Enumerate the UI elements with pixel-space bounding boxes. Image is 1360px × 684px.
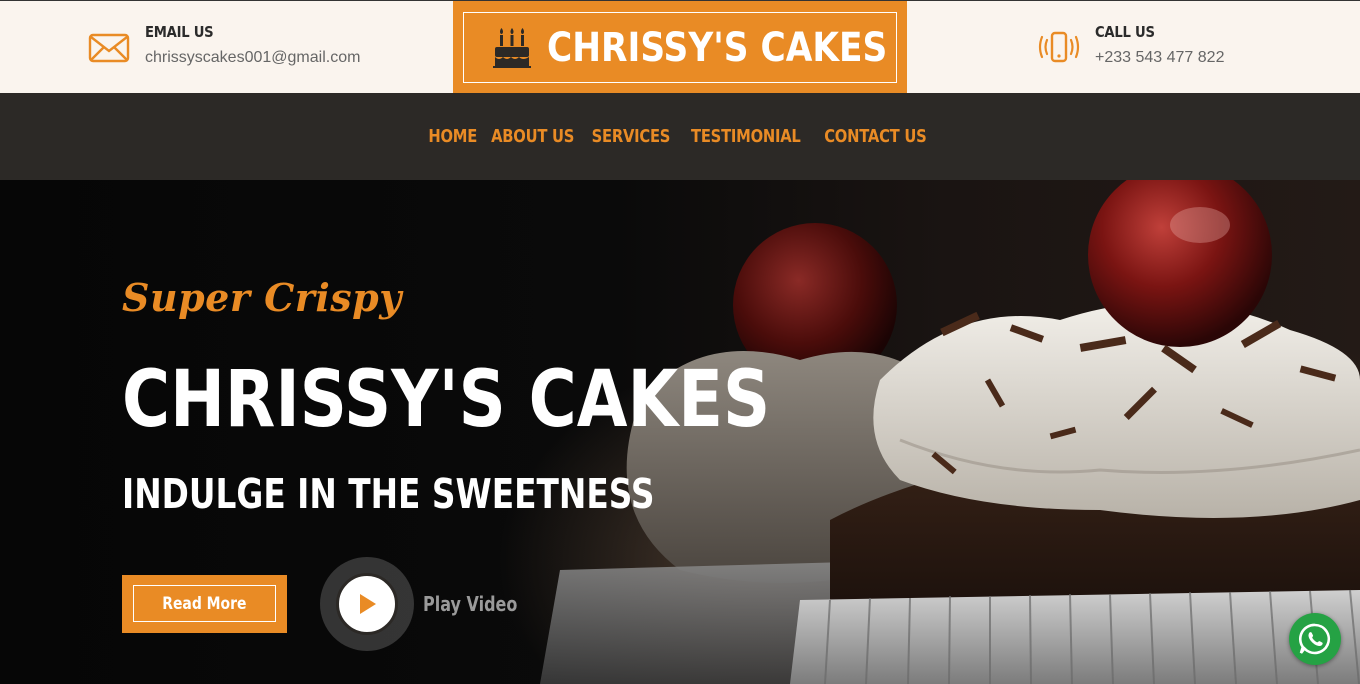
- logo-text: CHRISSY'S CAKES: [547, 24, 888, 71]
- email-label: EMAIL US: [145, 23, 214, 41]
- email-address[interactable]: chrissyscakes001@gmail.com: [145, 49, 360, 67]
- whatsapp-icon[interactable]: [1289, 613, 1341, 665]
- site-logo[interactable]: CHRISSY'S CAKES: [453, 1, 907, 94]
- birthday-cake-icon: [493, 27, 531, 68]
- phone-number[interactable]: +233 543 477 822: [1095, 49, 1224, 67]
- nav-home[interactable]: HOME: [426, 126, 478, 147]
- main-nav: HOME ABOUT US SERVICES TESTIMONIAL CONTA…: [0, 93, 1360, 180]
- play-video-button[interactable]: [320, 557, 414, 651]
- nav-services[interactable]: SERVICES: [590, 126, 672, 147]
- play-video-label[interactable]: Play Video: [423, 592, 517, 616]
- play-icon: [336, 573, 398, 635]
- logo-frame: CHRISSY'S CAKES: [463, 12, 897, 83]
- hero-subtitle: INDULGE IN THE SWEETNESS: [122, 470, 655, 518]
- phone-label: CALL US: [1095, 23, 1155, 41]
- hero-tagline: Super Crispy: [122, 275, 402, 320]
- envelope-icon: [88, 27, 130, 69]
- read-more-frame: Read More: [133, 585, 276, 622]
- nav-testimonial[interactable]: TESTIMONIAL: [689, 126, 802, 147]
- email-contact[interactable]: EMAIL US chrissyscakes001@gmail.com: [88, 23, 360, 69]
- read-more-label: Read More: [162, 593, 247, 614]
- phone-contact[interactable]: CALL US +233 543 477 822: [1038, 23, 1224, 69]
- nav-about-us[interactable]: ABOUT US: [489, 126, 575, 147]
- read-more-button[interactable]: Read More: [122, 575, 287, 633]
- hero-title: CHRISSY'S CAKES: [122, 355, 771, 445]
- phone-ringing-icon: [1038, 27, 1080, 69]
- nav-contact-us[interactable]: CONTACT US: [822, 126, 928, 147]
- hero-banner: Super Crispy CHRISSY'S CAKES INDULGE IN …: [0, 180, 1360, 684]
- top-bar: EMAIL US chrissyscakes001@gmail.com CHRI…: [0, 0, 1360, 94]
